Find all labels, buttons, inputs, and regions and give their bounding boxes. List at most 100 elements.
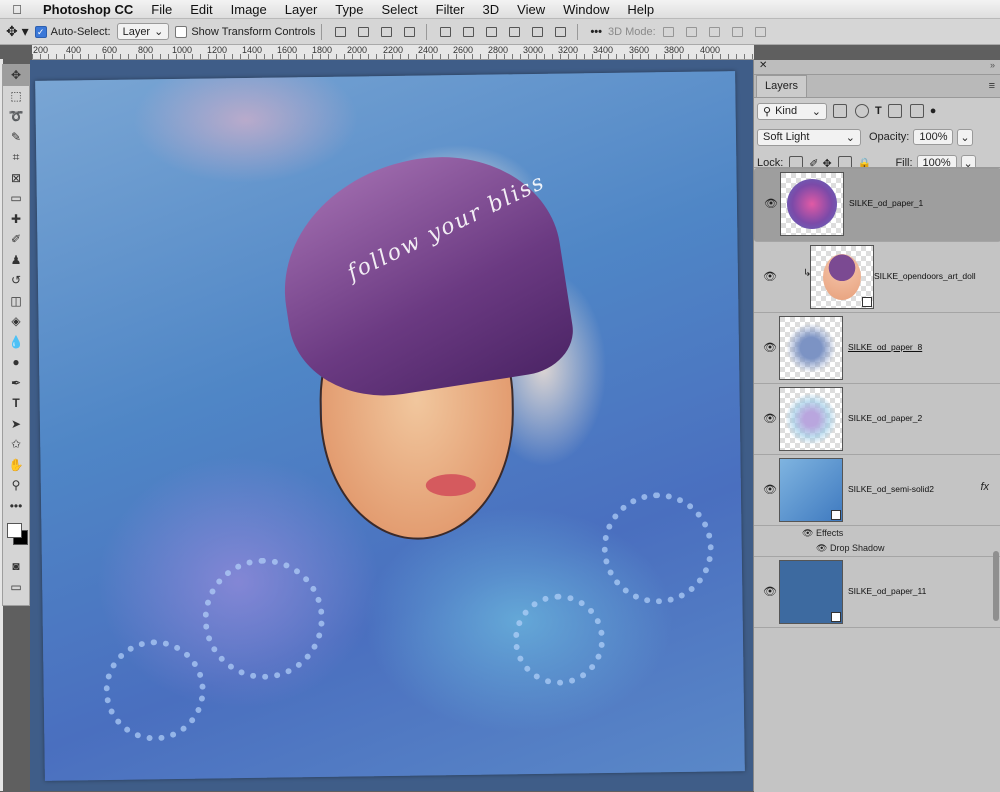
filter-kind-dropdown[interactable]: ⚲ Kind ⌄ <box>757 102 827 120</box>
layers-list[interactable]: 👁 SILKE_od_paper_1 👁 ↳ SILKE_opendoors_a… <box>754 167 1000 792</box>
filter-type-icon[interactable]: T <box>875 105 882 117</box>
menu-image[interactable]: Image <box>222 2 276 17</box>
drop-shadow-item[interactable]: 👁 Drop Shadow <box>816 543 885 554</box>
history-brush-tool-icon[interactable]: ↺ <box>3 270 29 291</box>
filter-pixel-icon[interactable] <box>833 104 847 118</box>
3d-pan-icon[interactable] <box>706 25 721 38</box>
visibility-eye-icon[interactable]: 👁 <box>763 341 777 354</box>
hand-tool-icon[interactable]: ✋ <box>3 455 29 476</box>
layer-name[interactable]: SILKE_od_paper_11 <box>848 586 926 596</box>
paint-bucket-tool-icon[interactable]: ◈ <box>3 311 29 332</box>
screen-mode-icon[interactable]: ▭ <box>3 577 29 598</box>
filter-shape-icon[interactable] <box>887 104 902 118</box>
visibility-eye-icon[interactable]: 👁 <box>763 270 777 283</box>
distribute-left-icon[interactable] <box>506 25 521 38</box>
auto-select-target-dropdown[interactable]: Layer ⌄ <box>116 23 170 40</box>
menu-window[interactable]: Window <box>554 2 618 17</box>
layer-name[interactable]: SILKE_opendoors_art_doll <box>874 271 976 281</box>
foreground-color-swatch[interactable] <box>7 523 22 538</box>
visibility-eye-icon[interactable]: 👁 <box>816 543 827 553</box>
distribute-right-icon[interactable] <box>552 25 567 38</box>
layer-name[interactable]: SILKE_od_semi-solid2 <box>848 484 934 494</box>
clone-stamp-tool-icon[interactable]: ♟ <box>3 250 29 271</box>
dodge-tool-icon[interactable]: ● <box>3 352 29 373</box>
path-selection-tool-icon[interactable]: ➤ <box>3 414 29 435</box>
layer-name[interactable]: SILKE_od_paper_2 <box>848 413 922 423</box>
visibility-eye-icon[interactable]: 👁 <box>802 528 813 538</box>
color-swatches[interactable] <box>3 516 29 556</box>
lasso-tool-icon[interactable]: ➰ <box>3 106 29 127</box>
type-tool-icon[interactable]: T <box>3 393 29 414</box>
distribute-top-icon[interactable] <box>437 25 452 38</box>
menu-view[interactable]: View <box>508 2 554 17</box>
eyedropper-tool-icon[interactable]: ▭ <box>3 188 29 209</box>
zoom-tool-icon[interactable]: ⚲ <box>3 475 29 496</box>
marquee-tool-icon[interactable]: ⬚ <box>3 86 29 107</box>
menu-select[interactable]: Select <box>372 2 426 17</box>
distribute-hcenter-icon[interactable] <box>529 25 544 38</box>
tab-layers[interactable]: Layers <box>756 75 808 97</box>
layer-name[interactable]: SILKE_od_paper_8 <box>848 342 922 352</box>
3d-slide-icon[interactable] <box>729 25 744 38</box>
layer-row[interactable]: 👁 SILKE_od_paper_2 <box>754 384 1000 455</box>
filter-toggle-icon[interactable]: ● <box>930 105 937 117</box>
effects-item[interactable]: 👁 Effects <box>802 528 843 539</box>
layer-row[interactable]: 👁 SILKE_od_semi-solid2 fx <box>754 455 1000 526</box>
opacity-input[interactable]: 100% <box>913 129 954 145</box>
align-top-icon[interactable] <box>332 25 347 38</box>
crop-tool-icon[interactable]: ⌗ <box>3 147 29 168</box>
show-transform-toggle[interactable]: Show Transform Controls <box>175 25 315 38</box>
visibility-eye-icon[interactable]: 👁 <box>764 197 778 210</box>
layer-row[interactable]: 👁 ↳ SILKE_opendoors_art_doll <box>754 242 1000 313</box>
distribute-bottom-icon[interactable] <box>483 25 498 38</box>
close-panel-icon[interactable]: ✕ <box>759 60 767 71</box>
menu-type[interactable]: Type <box>326 2 372 17</box>
visibility-eye-icon[interactable]: 👁 <box>763 483 777 496</box>
layer-row[interactable]: 👁 SILKE_od_paper_11 <box>754 557 1000 628</box>
blur-tool-icon[interactable]: 💧 <box>3 332 29 353</box>
3d-scale-icon[interactable] <box>752 25 767 38</box>
menu-photoshop[interactable]: Photoshop CC <box>34 2 142 17</box>
pen-tool-icon[interactable]: ✒ <box>3 373 29 394</box>
layer-row[interactable]: 👁 SILKE_od_paper_1 <box>754 168 1000 242</box>
filter-adjustment-icon[interactable] <box>855 104 869 118</box>
move-tool-icon[interactable]: ✥ <box>3 65 29 86</box>
menu-layer[interactable]: Layer <box>276 2 327 17</box>
align-left-icon[interactable] <box>401 25 416 38</box>
quick-mask-icon[interactable]: ◙ <box>3 556 29 577</box>
layers-scrollbar[interactable] <box>993 551 999 621</box>
layer-effects-icon[interactable]: fx <box>980 481 989 493</box>
menu-filter[interactable]: Filter <box>427 2 474 17</box>
3d-rotate-icon[interactable] <box>660 25 675 38</box>
menu-3d[interactable]: 3D <box>474 2 509 17</box>
visibility-eye-icon[interactable]: 👁 <box>763 585 777 598</box>
blend-mode-dropdown[interactable]: Soft Light ⌄ <box>757 128 861 146</box>
edit-toolbar-icon[interactable]: ••• <box>3 496 29 517</box>
apple-menu-icon[interactable]:  <box>0 2 34 17</box>
artwork-canvas[interactable]: follow your bliss <box>35 71 745 781</box>
align-vcenter-icon[interactable] <box>355 25 370 38</box>
eraser-tool-icon[interactable]: ◫ <box>3 291 29 312</box>
auto-select-toggle[interactable]: ✓ Auto-Select: <box>34 25 111 38</box>
align-bottom-icon[interactable] <box>378 25 393 38</box>
show-transform-checkbox[interactable] <box>175 25 188 38</box>
opacity-dropdown[interactable]: ⌄ <box>957 128 973 146</box>
panel-menu-icon[interactable]: ≡ <box>989 80 995 92</box>
horizontal-ruler[interactable]: 200 400 600 800 1000 1200 1400 1600 1800… <box>32 45 754 60</box>
menu-help[interactable]: Help <box>618 2 663 17</box>
menu-edit[interactable]: Edit <box>181 2 221 17</box>
move-tool-preset-icon[interactable]: ✥ ▾ <box>6 23 29 40</box>
layer-name[interactable]: SILKE_od_paper_1 <box>849 198 923 208</box>
brush-tool-icon[interactable]: ✐ <box>3 229 29 250</box>
quick-select-tool-icon[interactable]: ✎ <box>3 127 29 148</box>
distribute-vcenter-icon[interactable] <box>460 25 475 38</box>
shape-tool-icon[interactable]: ✩ <box>3 434 29 455</box>
collapse-panel-icon[interactable]: » <box>990 60 995 70</box>
filter-smart-object-icon[interactable] <box>909 104 924 118</box>
frame-tool-icon[interactable]: ⊠ <box>3 168 29 189</box>
menu-file[interactable]: File <box>142 2 181 17</box>
layer-row[interactable]: 👁 SILKE_od_paper_8 <box>754 313 1000 384</box>
3d-roll-icon[interactable] <box>683 25 698 38</box>
auto-select-checkbox[interactable]: ✓ <box>34 25 47 38</box>
document-canvas-area[interactable]: follow your bliss <box>30 60 753 791</box>
